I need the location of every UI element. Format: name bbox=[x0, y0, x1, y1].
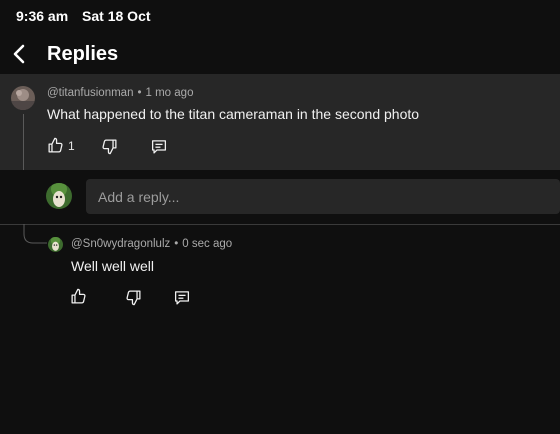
reply-dislike-button[interactable] bbox=[125, 289, 142, 306]
comment-icon bbox=[151, 140, 167, 154]
comment-meta: @titanfusionman • 1 mo ago bbox=[47, 87, 193, 99]
thread-line bbox=[23, 114, 24, 170]
comment-icon bbox=[174, 291, 190, 305]
chevron-left-icon bbox=[13, 44, 25, 64]
status-bar: 9:36 am Sat 18 Oct bbox=[16, 8, 161, 24]
like-button[interactable]: 1 bbox=[47, 137, 75, 154]
reply-box[interactable] bbox=[86, 179, 560, 214]
commenter-avatar[interactable] bbox=[11, 86, 35, 110]
comment-card: @titanfusionman • 1 mo ago What happened t… bbox=[0, 74, 560, 170]
divider bbox=[0, 224, 560, 225]
thumbs-down-icon bbox=[126, 290, 141, 306]
status-date: Sat 18 Oct bbox=[82, 8, 151, 24]
page-title: Replies bbox=[47, 43, 119, 65]
reply-like-button[interactable] bbox=[70, 288, 87, 305]
reply-age: 0 sec ago bbox=[182, 238, 233, 250]
my-avatar[interactable] bbox=[46, 183, 72, 209]
like-count: 1 bbox=[68, 138, 75, 153]
meta-separator: • bbox=[174, 238, 179, 250]
header: Replies bbox=[0, 36, 560, 72]
back-button[interactable] bbox=[10, 42, 30, 66]
comment-age: 1 mo ago bbox=[145, 87, 194, 99]
reply-avatar[interactable] bbox=[48, 237, 63, 252]
meta-separator: • bbox=[137, 87, 142, 99]
thumbs-up-icon bbox=[71, 288, 86, 304]
dislike-button[interactable] bbox=[101, 138, 118, 155]
reply-text: Well well well bbox=[71, 258, 154, 274]
thread-connector bbox=[23, 224, 47, 244]
comment-text: What happened to the titan cameraman in … bbox=[47, 106, 420, 122]
reply-author[interactable]: @Sn0wydragonlulz bbox=[71, 238, 170, 250]
reply-button[interactable] bbox=[150, 138, 168, 155]
thumbs-up-icon bbox=[48, 137, 63, 153]
reply-meta: @Sn0wydragonlulz • 0 sec ago bbox=[71, 238, 232, 250]
status-time: 9:36 am bbox=[16, 8, 69, 24]
reply-comment-button[interactable] bbox=[173, 289, 191, 306]
comment-author[interactable]: @titanfusionman bbox=[47, 87, 133, 99]
reply-input[interactable] bbox=[86, 179, 560, 214]
thumbs-down-icon bbox=[102, 139, 117, 155]
